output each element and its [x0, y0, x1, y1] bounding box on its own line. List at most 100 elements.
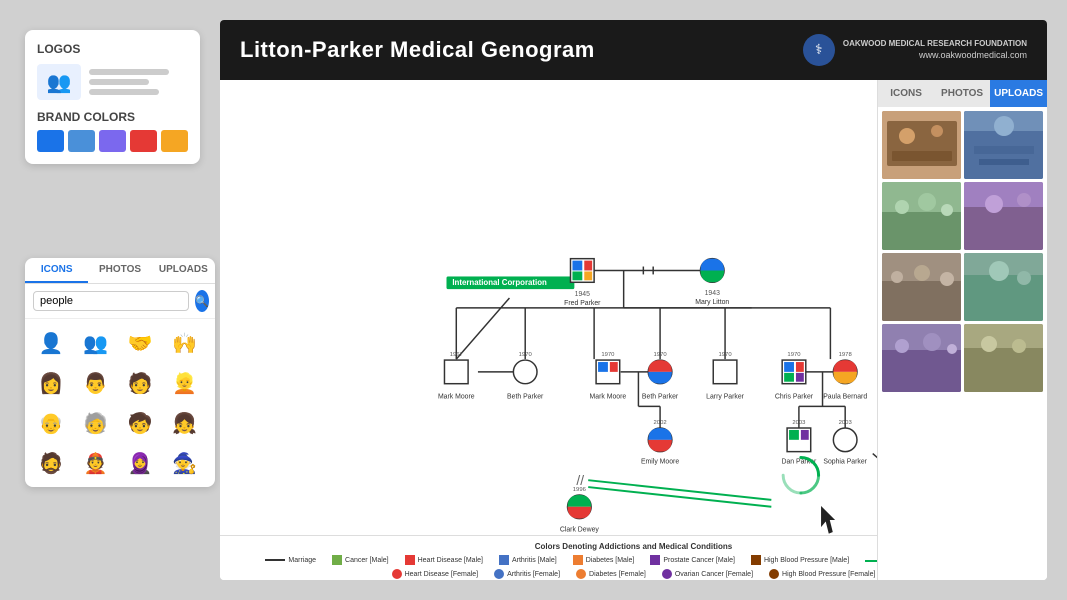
svg-text:Mary Litton: Mary Litton	[695, 299, 729, 306]
icon-item[interactable]: 👨	[78, 365, 114, 401]
svg-text:2002: 2002	[654, 420, 667, 426]
photo-item[interactable]	[964, 253, 1043, 321]
legend-ovarian: Ovarian Cancer [Female]	[662, 569, 753, 579]
brand-colors-row	[37, 130, 188, 152]
icon-item[interactable]: 👤	[33, 325, 69, 361]
logo-icon: 👥	[37, 64, 81, 100]
svg-text:1967: 1967	[450, 352, 463, 358]
photo-item[interactable]	[882, 253, 961, 321]
photo-item[interactable]	[964, 182, 1043, 250]
search-button[interactable]: 🔍	[195, 290, 209, 312]
right-tab-uploads[interactable]: UPLOADS	[990, 80, 1047, 107]
legend-arthritis-female-circle	[494, 569, 504, 579]
svg-text:Emily Moore: Emily Moore	[641, 458, 679, 465]
icon-item[interactable]: 👱	[167, 365, 203, 401]
svg-text:Fred Parker: Fred Parker	[564, 300, 601, 307]
icon-item[interactable]: 👲	[78, 445, 114, 481]
icon-item[interactable]: 👧	[167, 405, 203, 441]
color-swatch-purple[interactable]	[99, 130, 126, 152]
svg-text:Clark Dewey: Clark Dewey	[560, 526, 600, 533]
legend-bp-female-circle	[769, 569, 779, 579]
svg-text:Larry Parker: Larry Parker	[706, 393, 745, 400]
legend-marriage: Marriage	[265, 555, 316, 565]
legend-heart-female-circle	[392, 569, 402, 579]
logo-line-3	[89, 89, 159, 95]
legend-arthritis-female-label: Arthritis [Female]	[507, 571, 560, 578]
legend-diabetes-female: Diabetes [Female]	[576, 569, 646, 579]
icon-item[interactable]: 👥	[78, 325, 114, 361]
svg-text:1970: 1970	[601, 352, 615, 358]
photo-item[interactable]	[882, 182, 961, 250]
legend-prostate-male: Prostate Cancer [Male]	[650, 555, 735, 565]
svg-text:Mark Moore: Mark Moore	[590, 393, 627, 400]
oakwood-logo: ⚕ OAKWOOD MEDICAL RESEARCH FOUNDATION ww…	[803, 34, 1027, 66]
legend-prostate-male-box	[650, 555, 660, 565]
genogram-title: Litton-Parker Medical Genogram	[240, 37, 595, 63]
legend-arthritis-male-label: Arthritis [Male]	[512, 557, 557, 564]
svg-text:1978: 1978	[839, 352, 853, 358]
legend-arthritis-male-box	[499, 555, 509, 565]
color-swatch-blue[interactable]	[37, 130, 64, 152]
svg-text:1996: 1996	[573, 487, 587, 493]
right-photos-panel: ICONS PHOTOS UPLOADS	[877, 80, 1047, 580]
svg-text:1970: 1970	[519, 352, 533, 358]
oakwood-logo-icon: ⚕	[803, 34, 835, 66]
icon-item[interactable]: 🧔	[33, 445, 69, 481]
legend-bp-female: High Blood Pressure [Female]	[769, 569, 875, 579]
photo-item[interactable]	[964, 111, 1043, 179]
icon-item[interactable]: 🙌	[167, 325, 203, 361]
logo-lines	[89, 69, 169, 95]
icon-item[interactable]: 👩	[33, 365, 69, 401]
icon-item[interactable]: 👴	[33, 405, 69, 441]
icon-item[interactable]: 🧙	[167, 445, 203, 481]
tab-photos[interactable]: PHOTOS	[88, 258, 151, 283]
legend-cancer-male-label: Cancer [Male]	[345, 557, 389, 564]
svg-text:Beth Parker: Beth Parker	[642, 393, 679, 400]
genogram-body: // International Corporation 1945 Fred P…	[220, 80, 1047, 580]
svg-text:1970: 1970	[654, 352, 668, 358]
icon-item[interactable]: 🧑	[122, 365, 158, 401]
legend-ovarian-label: Ovarian Cancer [Female]	[675, 571, 753, 578]
icon-item[interactable]: 🧒	[122, 405, 158, 441]
tab-icons[interactable]: ICONS	[25, 258, 88, 283]
photo-item[interactable]	[882, 111, 961, 179]
color-swatch-orange[interactable]	[161, 130, 188, 152]
svg-text:1970: 1970	[787, 352, 801, 358]
icons-search-bar: 🔍	[25, 284, 215, 319]
right-tab-icons[interactable]: ICONS	[878, 80, 934, 107]
photo-item[interactable]	[964, 324, 1043, 392]
legend-cancer-male-box	[332, 555, 342, 565]
color-swatch-lightblue[interactable]	[68, 130, 95, 152]
logos-title: LOGOS	[37, 42, 188, 56]
logo-preview: 👥	[37, 64, 188, 100]
legend-heart-male-label: Heart Disease [Male]	[418, 557, 483, 564]
legend-heart-male-box	[405, 555, 415, 565]
legend-heart-male: Heart Disease [Male]	[405, 555, 483, 565]
color-swatch-red[interactable]	[130, 130, 157, 152]
brand-colors-title: BRAND COLORS	[37, 110, 188, 124]
legend-diabetes-female-circle	[576, 569, 586, 579]
icons-grid: 👤 👥 🤝 🙌 👩 👨 🧑 👱 👴 🧓 🧒 👧 🧔 👲 🧕 🧙	[25, 319, 215, 487]
right-tab-photos[interactable]: PHOTOS	[934, 80, 990, 107]
legend-ovarian-circle	[662, 569, 672, 579]
svg-text:2003: 2003	[839, 420, 853, 426]
legend-bp-male: High Blood Pressure [Male]	[751, 555, 849, 565]
icon-item[interactable]: 🤝	[122, 325, 158, 361]
legend-heart-female: Heart Disease [Female]	[392, 569, 479, 579]
legend-bp-male-box	[751, 555, 761, 565]
search-input[interactable]	[33, 291, 189, 311]
legend-diabetes-female-label: Diabetes [Female]	[589, 571, 646, 578]
icon-item[interactable]: 🧕	[122, 445, 158, 481]
photo-item[interactable]	[882, 324, 961, 392]
svg-text:1945: 1945	[575, 291, 590, 298]
icons-panel: ICONS PHOTOS UPLOADS 🔍 👤 👥 🤝 🙌 👩 👨 🧑 👱 👴…	[25, 258, 215, 487]
icon-item[interactable]: 🧓	[78, 405, 114, 441]
legend-marriage-line	[265, 559, 285, 561]
oakwood-url: www.oakwoodmedical.com	[843, 49, 1027, 62]
photos-grid	[878, 107, 1047, 396]
svg-text:Beth Parker: Beth Parker	[507, 393, 544, 400]
legend-diabetes-male-box	[573, 555, 583, 565]
oakwood-name: OAKWOOD MEDICAL RESEARCH FOUNDATION	[843, 38, 1027, 49]
tab-uploads[interactable]: UPLOADS	[152, 258, 215, 283]
svg-text:Mark Moore: Mark Moore	[438, 393, 475, 400]
